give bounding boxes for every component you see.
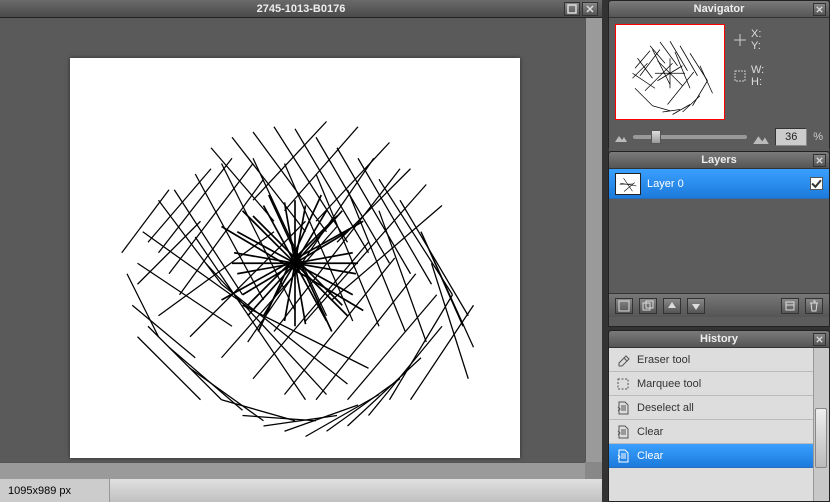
marquee-icon bbox=[615, 376, 631, 392]
canvas-viewport[interactable] bbox=[0, 18, 585, 462]
zoom-out-icon bbox=[615, 132, 627, 142]
nav-x-label: X: bbox=[751, 28, 761, 40]
position-icon bbox=[733, 33, 747, 47]
canvas[interactable] bbox=[70, 58, 520, 458]
navigator-title[interactable]: Navigator bbox=[609, 1, 829, 18]
layer-visibility-checkbox[interactable] bbox=[810, 177, 823, 190]
layer-thumbnail[interactable] bbox=[615, 173, 641, 195]
zoom-pct: % bbox=[813, 131, 823, 143]
navigator-thumbnail[interactable] bbox=[615, 24, 725, 120]
delete-layer-button[interactable] bbox=[805, 298, 823, 314]
layer-row[interactable]: Layer 0 bbox=[609, 169, 829, 199]
status-dimensions: 1095x989 px bbox=[0, 479, 110, 502]
document-titlebar[interactable]: 2745-1013-B0176 bbox=[0, 0, 602, 18]
status-bar: 1095x989 px bbox=[0, 479, 602, 502]
history-list: Eraser tool Marquee tool Deselect all Clear… bbox=[609, 348, 829, 501]
page-icon bbox=[615, 448, 631, 464]
window-close-button[interactable] bbox=[582, 2, 598, 16]
history-close-button[interactable] bbox=[813, 333, 826, 346]
history-item-label: Marquee tool bbox=[637, 378, 701, 390]
history-panel: History Eraser tool Marquee tool Deselect … bbox=[608, 330, 830, 502]
history-item-label: Eraser tool bbox=[637, 354, 690, 366]
history-item[interactable]: Clear bbox=[609, 420, 829, 444]
vertical-scrollbar[interactable] bbox=[585, 18, 602, 462]
history-item[interactable]: Marquee tool bbox=[609, 372, 829, 396]
history-title[interactable]: History bbox=[609, 331, 829, 348]
window-maximize-button[interactable] bbox=[564, 2, 580, 16]
history-item-label: Clear bbox=[637, 450, 663, 462]
nav-w-label: W: bbox=[751, 64, 764, 76]
layers-close-button[interactable] bbox=[813, 154, 826, 167]
layer-list: Layer 0 bbox=[609, 169, 829, 293]
history-item[interactable]: Deselect all bbox=[609, 396, 829, 420]
panel-dock: Navigator bbox=[605, 0, 830, 502]
layer-settings-button[interactable] bbox=[781, 298, 799, 314]
history-item-label: Deselect all bbox=[637, 402, 694, 414]
horizontal-scrollbar[interactable] bbox=[0, 462, 585, 479]
eraser-icon bbox=[615, 352, 631, 368]
layer-name[interactable]: Layer 0 bbox=[647, 178, 684, 190]
document-title: 2745-1013-B0176 bbox=[0, 3, 602, 15]
new-layer-button[interactable] bbox=[615, 298, 633, 314]
artwork bbox=[85, 68, 505, 448]
layers-title[interactable]: Layers bbox=[609, 152, 829, 169]
navigator-panel: Navigator bbox=[608, 0, 830, 148]
nav-h-label: H: bbox=[751, 76, 764, 88]
nav-y-label: Y: bbox=[751, 40, 761, 52]
layer-down-button[interactable] bbox=[687, 298, 705, 314]
zoom-in-icon bbox=[753, 131, 769, 144]
size-icon bbox=[733, 69, 747, 83]
document-window: 2745-1013-B0176 bbox=[0, 0, 602, 502]
scroll-corner bbox=[585, 462, 602, 479]
page-icon bbox=[615, 400, 631, 416]
history-scrollbar-thumb[interactable] bbox=[815, 408, 827, 468]
layer-up-button[interactable] bbox=[663, 298, 681, 314]
layer-toolbar bbox=[609, 293, 829, 317]
zoom-input[interactable]: 36 bbox=[775, 128, 807, 146]
zoom-slider[interactable] bbox=[633, 135, 747, 139]
page-icon bbox=[615, 424, 631, 440]
layers-panel: Layers Layer 0 bbox=[608, 151, 830, 327]
zoom-slider-thumb[interactable] bbox=[651, 130, 661, 144]
history-item-label: Clear bbox=[637, 426, 663, 438]
history-scrollbar[interactable] bbox=[813, 348, 829, 501]
navigator-close-button[interactable] bbox=[813, 3, 826, 16]
history-item[interactable]: Clear bbox=[609, 444, 829, 468]
history-item[interactable]: Eraser tool bbox=[609, 348, 829, 372]
duplicate-layer-button[interactable] bbox=[639, 298, 657, 314]
